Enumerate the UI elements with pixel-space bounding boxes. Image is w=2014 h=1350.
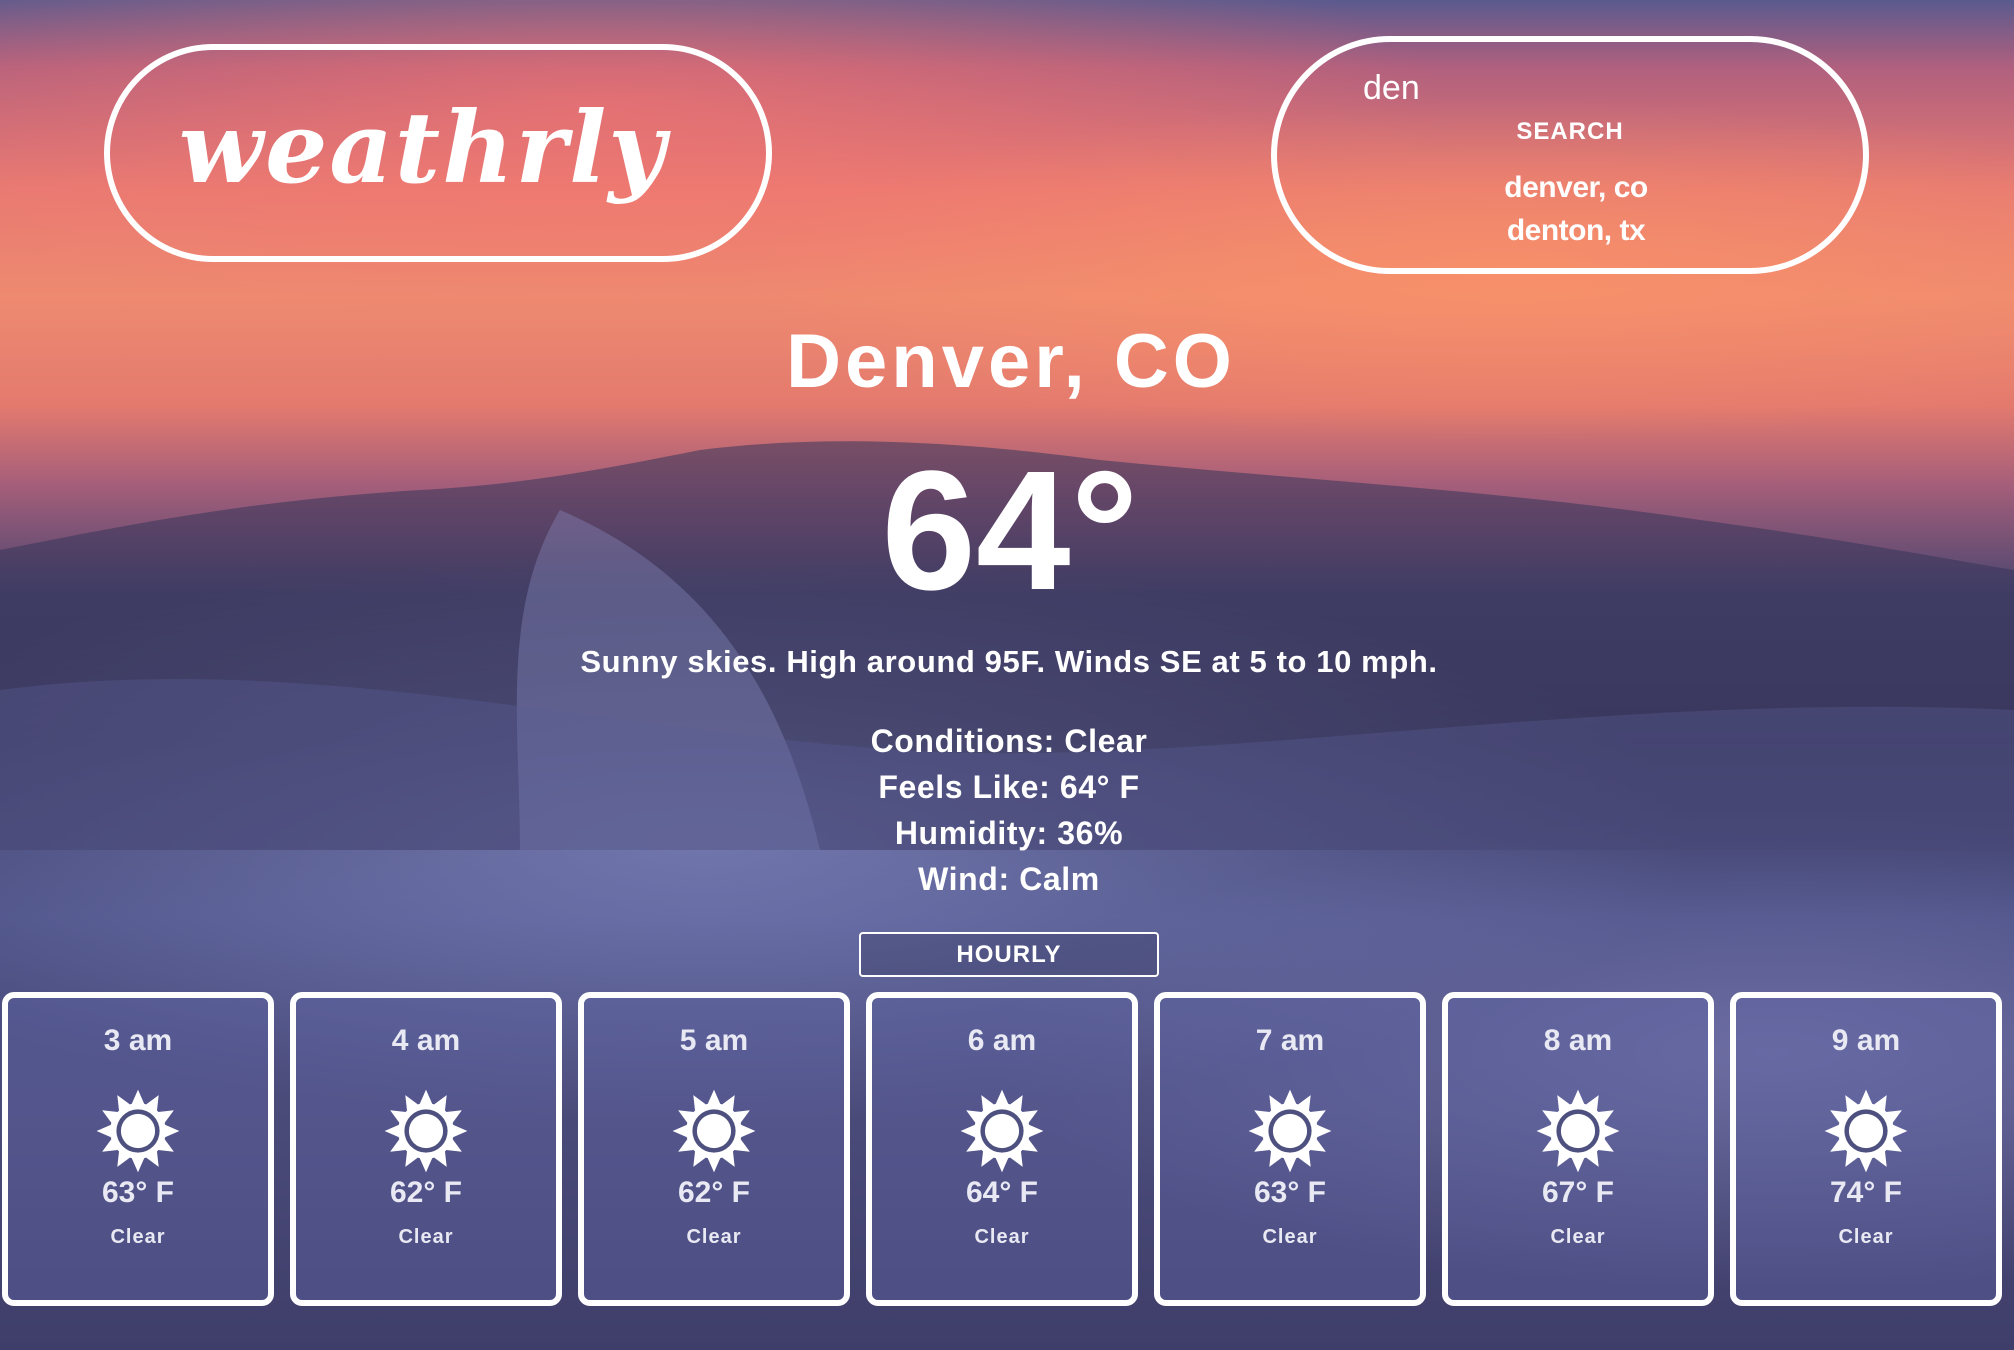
wind-text: Wind: Calm xyxy=(918,861,1100,897)
hourly-card: 6 am 64° F Clear xyxy=(866,992,1138,1306)
app-logo: weathrly xyxy=(178,90,668,206)
hour-temperature: 62° F xyxy=(677,1176,751,1209)
hour-condition: Clear xyxy=(1262,1226,1318,1248)
sun-icon xyxy=(96,1089,180,1173)
hourly-card: 7 am 63° F Clear xyxy=(1154,992,1426,1306)
hour-label: 8 am xyxy=(1543,1024,1613,1057)
hourly-card: 5 am 62° F Clear xyxy=(578,992,850,1306)
search-panel: SEARCH denver, co denton, tx xyxy=(1271,36,1869,274)
hour-temperature: 63° F xyxy=(1253,1176,1327,1209)
sun-icon xyxy=(1824,1089,1908,1173)
hour-temperature: 74° F xyxy=(1829,1176,1903,1209)
weather-details: Conditions: Clear Feels Like: 64° F Humi… xyxy=(0,718,2014,902)
hour-condition: Clear xyxy=(1550,1226,1606,1248)
weather-summary: Sunny skies. High around 95F. Winds SE a… xyxy=(580,644,1438,679)
hour-condition: Clear xyxy=(1838,1226,1894,1248)
hourly-card: 9 am 74° F Clear xyxy=(1730,992,2002,1306)
hour-label: 3 am xyxy=(103,1024,173,1057)
hour-label: 9 am xyxy=(1831,1024,1901,1057)
current-temperature: 64° xyxy=(881,436,1139,626)
hour-condition: Clear xyxy=(974,1226,1030,1248)
hour-temperature: 67° F xyxy=(1541,1176,1615,1209)
feels-like-text: Feels Like: 64° F xyxy=(878,769,1140,805)
hour-condition: Clear xyxy=(398,1226,454,1248)
sun-icon xyxy=(1248,1089,1332,1173)
hour-label: 5 am xyxy=(679,1024,749,1057)
hourly-card: 4 am 62° F Clear xyxy=(290,992,562,1306)
hour-condition: Clear xyxy=(686,1226,742,1248)
hourly-card: 8 am 67° F Clear xyxy=(1442,992,1714,1306)
sun-icon xyxy=(672,1089,756,1173)
hour-label: 6 am xyxy=(967,1024,1037,1057)
hourly-toggle-button[interactable]: HOURLY xyxy=(859,932,1159,977)
suggestion-item[interactable]: denton, tx xyxy=(1289,209,1863,252)
suggestion-item[interactable]: denver, co xyxy=(1289,166,1863,209)
hour-temperature: 63° F xyxy=(101,1176,175,1209)
hour-label: 7 am xyxy=(1255,1024,1325,1057)
search-input[interactable] xyxy=(1363,66,1803,110)
hour-temperature: 62° F xyxy=(389,1176,463,1209)
hour-label: 4 am xyxy=(391,1024,461,1057)
sun-icon xyxy=(384,1089,468,1173)
hourly-card: 3 am 63° F Clear xyxy=(2,992,274,1306)
sun-icon xyxy=(960,1089,1044,1173)
search-button[interactable]: SEARCH xyxy=(1470,114,1670,150)
humidity-text: Humidity: 36% xyxy=(894,815,1124,851)
location-title: Denver, CO xyxy=(786,319,1236,404)
conditions-text: Conditions: Clear xyxy=(870,723,1148,759)
hour-condition: Clear xyxy=(110,1226,166,1248)
sun-icon xyxy=(1536,1089,1620,1173)
hour-temperature: 64° F xyxy=(965,1176,1039,1209)
logo-pill: weathrly xyxy=(104,44,772,262)
search-suggestions: denver, co denton, tx xyxy=(1277,166,1863,252)
hourly-forecast: 3 am 63° F Clear 4 am 62° F Clear 5 am 6… xyxy=(0,992,2014,1306)
